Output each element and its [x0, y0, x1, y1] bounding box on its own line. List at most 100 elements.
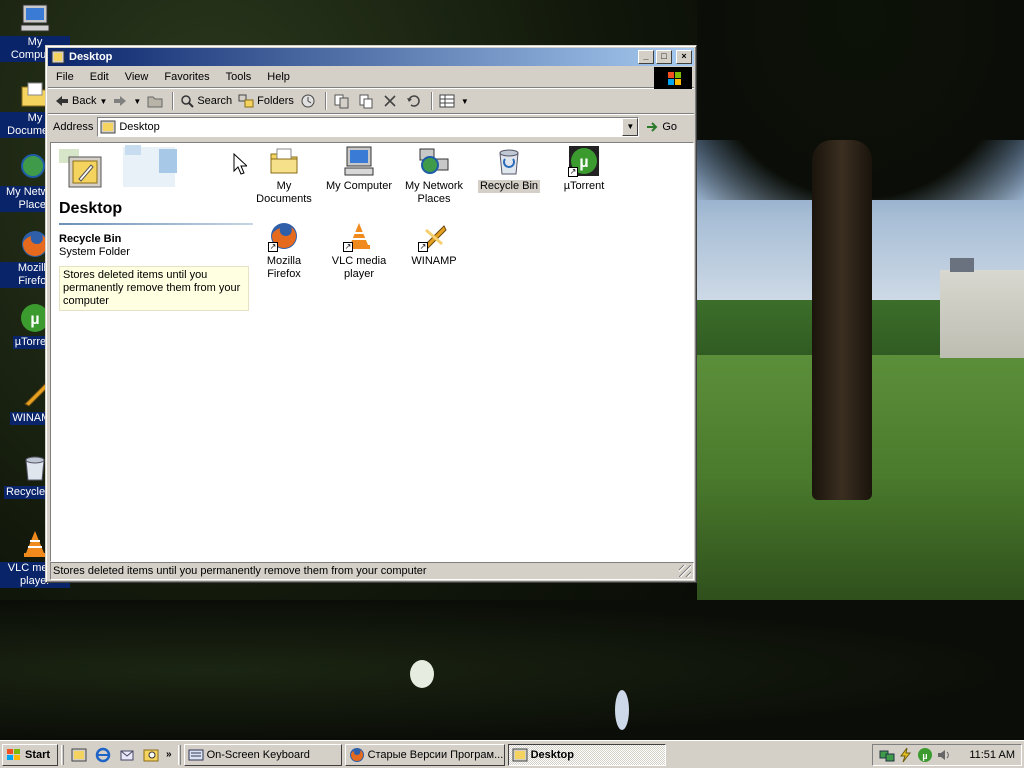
start-button[interactable]: Start [2, 743, 58, 766]
folders-icon [238, 94, 254, 108]
item-winamp[interactable]: ↗ WINAMP [397, 218, 471, 268]
system-tray: µ 11:51 AM [872, 743, 1022, 766]
folder-content[interactable]: Desktop Recycle Bin System Folder Stores… [50, 142, 694, 562]
status-bar: Stores deleted items until you permanent… [50, 562, 694, 580]
move-to-icon [334, 94, 349, 109]
item-my-documents[interactable]: My Documents [247, 143, 321, 206]
close-button[interactable]: × [676, 50, 692, 64]
desktop-folder-icon [100, 119, 116, 135]
show-desktop-icon[interactable] [69, 745, 89, 765]
volume-icon[interactable] [936, 747, 952, 763]
task-desktop[interactable]: Desktop [507, 743, 666, 766]
views-button[interactable]: ▼ [436, 90, 472, 112]
shortcut-arrow-icon: ↗ [418, 242, 428, 252]
address-input[interactable]: Desktop ▼ [97, 116, 640, 137]
chevron-down-icon[interactable]: ▼ [461, 97, 469, 106]
minimize-button[interactable]: _ [638, 50, 654, 64]
item-my-computer[interactable]: My Computer [322, 143, 396, 193]
quick-launch-more-button[interactable]: » [166, 749, 172, 760]
undo-button[interactable] [403, 90, 428, 112]
web-view-pane: Desktop Recycle Bin System Folder Stores… [59, 143, 253, 311]
copy-to-button[interactable] [355, 90, 380, 112]
firefox-icon [349, 747, 364, 762]
computer-icon [19, 2, 51, 34]
svg-text:µ: µ [922, 751, 927, 761]
search-button[interactable]: Search [177, 90, 235, 112]
address-bar: Address Desktop ▼ Go [48, 114, 694, 138]
pane-title: Desktop [59, 200, 253, 225]
delete-button[interactable] [380, 90, 403, 112]
maximize-button[interactable]: □ [656, 50, 672, 64]
menu-view[interactable]: View [117, 71, 157, 83]
toolbar-divider [430, 92, 433, 110]
task-on-screen-keyboard[interactable]: On-Screen Keyboard [183, 743, 342, 766]
toolbar-grip[interactable] [177, 744, 181, 765]
forward-arrow-icon [114, 96, 127, 106]
recycle-bin-icon [493, 145, 525, 177]
utorrent-tray-icon[interactable]: µ [917, 747, 933, 763]
clock[interactable]: 11:51 AM [969, 749, 1015, 761]
back-button[interactable]: Back ▼ [52, 90, 110, 112]
back-arrow-icon [56, 96, 68, 106]
menu-bar: File Edit View Favorites Tools Help [48, 66, 694, 89]
shortcut-arrow-icon: ↗ [268, 242, 278, 252]
menu-favorites[interactable]: Favorites [156, 71, 217, 83]
quick-launch: » [67, 745, 175, 765]
toolbar-divider [324, 92, 327, 110]
menu-tools[interactable]: Tools [218, 71, 260, 83]
internet-explorer-icon[interactable] [93, 745, 113, 765]
firefox-icon: ↗ [268, 220, 300, 252]
search-folder-icon[interactable] [141, 745, 161, 765]
go-button[interactable]: Go [645, 120, 677, 134]
history-icon [301, 94, 315, 108]
move-to-button[interactable] [330, 90, 355, 112]
toolbar-divider [172, 92, 175, 110]
selected-item-type: System Folder [59, 246, 130, 258]
vlc-icon: ↗ [343, 220, 375, 252]
folders-button[interactable]: Folders [235, 90, 297, 112]
svg-text:µ: µ [579, 154, 588, 171]
go-arrow-icon [647, 121, 658, 132]
network-icon[interactable] [879, 747, 895, 763]
menu-edit[interactable]: Edit [82, 71, 117, 83]
power-icon[interactable] [898, 747, 914, 763]
toolbar: Back ▼ ▼ Search Folders ▼ [48, 88, 694, 114]
history-button[interactable] [297, 90, 322, 112]
copy-to-icon [359, 94, 373, 109]
menu-help[interactable]: Help [259, 71, 298, 83]
outlook-express-icon[interactable] [117, 745, 137, 765]
title-bar[interactable]: Desktop _ □ × [48, 48, 694, 66]
keyboard-icon [188, 749, 204, 760]
shortcut-arrow-icon: ↗ [343, 242, 353, 252]
item-recycle-bin[interactable]: Recycle Bin [472, 143, 546, 193]
explorer-window[interactable]: Desktop _ □ × File Edit View Favorites T… [45, 45, 697, 583]
chevron-down-icon[interactable]: ▼ [133, 97, 141, 106]
chevron-down-icon[interactable]: ▼ [99, 97, 107, 106]
task-browser[interactable]: Старые Версии Програм... [344, 743, 505, 766]
folder-icon [512, 748, 528, 761]
folder-banner: Desktop [59, 143, 253, 225]
address-label: Address [53, 120, 94, 133]
windows-logo-icon [6, 748, 22, 762]
menu-file[interactable]: File [48, 71, 82, 83]
item-vlc[interactable]: ↗ VLC media player [322, 218, 396, 281]
folder-up-icon [147, 96, 163, 108]
forward-button[interactable]: ▼ [110, 90, 144, 112]
resize-grip[interactable] [679, 565, 691, 577]
window-title: Desktop [69, 51, 113, 63]
taskbar: Start » On-Screen Keyboard Старые Версии… [0, 740, 1024, 768]
folder-documents-icon [268, 145, 300, 177]
views-icon [439, 94, 455, 108]
selected-item-name: Recycle Bin [59, 233, 122, 245]
svg-text:µ: µ [30, 311, 39, 328]
shortcut-arrow-icon: ↗ [568, 167, 578, 177]
item-utorrent[interactable]: µ ↗ µTorrent [547, 143, 621, 193]
search-icon [181, 95, 195, 108]
item-my-network-places[interactable]: My Network Places [397, 143, 471, 206]
address-dropdown-button[interactable]: ▼ [622, 117, 639, 136]
up-folder-button[interactable] [144, 90, 169, 112]
undo-icon [406, 95, 420, 107]
item-mozilla-firefox[interactable]: ↗ Mozilla Firefox [247, 218, 321, 281]
computer-icon [343, 145, 375, 177]
toolbar-grip[interactable] [61, 744, 64, 765]
